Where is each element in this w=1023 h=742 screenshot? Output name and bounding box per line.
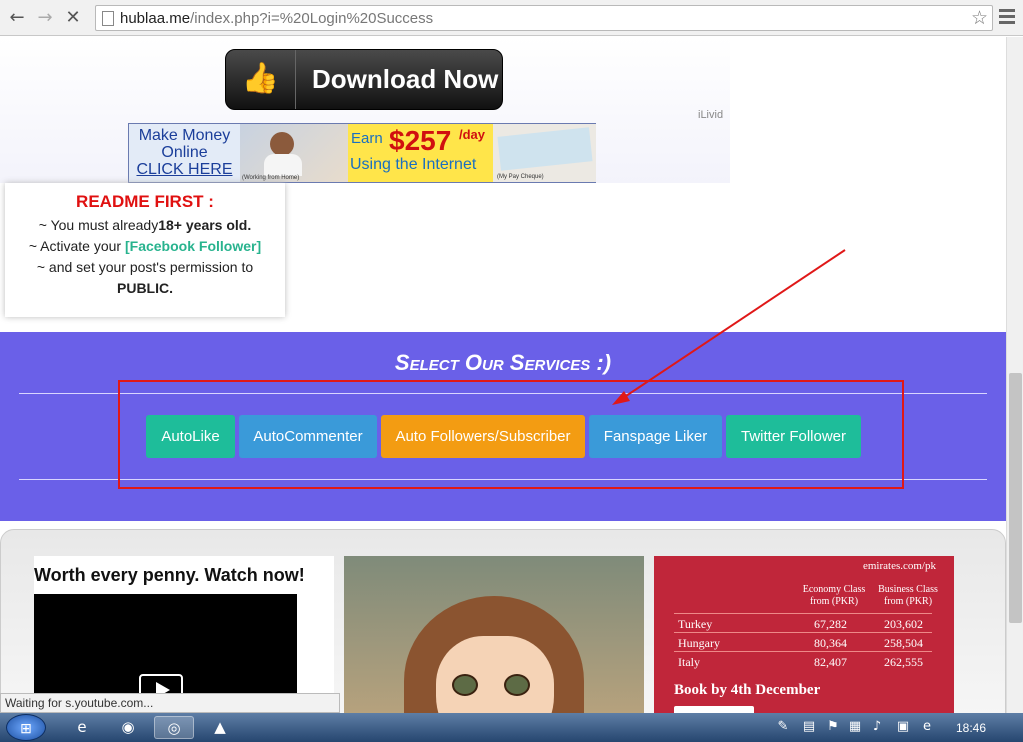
banner-make-money-text: Make Money [138,127,231,144]
stop-icon[interactable]: ✕ [62,7,84,29]
banner-cheque: (My Pay Cheque) [493,124,596,182]
status-bar: Waiting for s.youtube.com... [0,693,340,713]
vlc-icon[interactable]: ▲ [200,716,240,739]
banner-click-here[interactable]: CLICK HERE [129,161,240,178]
scroll-thumb[interactable] [1009,373,1022,623]
banner-cheque-caption: (My Pay Cheque) [497,174,544,180]
app-tray-icon[interactable]: ▣ [894,718,912,736]
woman-head-image [270,132,294,156]
banner-using-text: Using the Internet [350,156,477,173]
anime-face [436,636,554,716]
economy-column-header: Economy Class from (PKR) [802,584,866,607]
fare-row: Turkey 67,282 203,602 [674,613,932,632]
banner-earn: Earn $257 /day Using the Internet [348,124,493,182]
menu-icon[interactable] [999,9,1015,27]
video-card[interactable]: Worth every penny. Watch now! [34,556,334,716]
address-bar[interactable]: hublaa.me/index.php?i=%20Login%20Success… [95,5,993,31]
fare-row: Hungary 80,364 258,504 [674,632,932,651]
anime-image-card[interactable] [344,556,644,716]
url-text[interactable]: hublaa.me/index.php?i=%20Login%20Success [120,10,433,27]
ie-tray-icon[interactable]: e [918,718,936,736]
readme-title: README FIRST : [76,192,214,211]
download-now-button[interactable]: 👍 Download Now [225,49,503,110]
readme-line-age: ~ You must already18+ years old. [38,217,252,233]
download-now-label: Download Now [312,64,499,94]
banner-amount: $257 [389,125,452,156]
ad-area: 👍 Download Now iLivid Make Money Online … [0,37,730,183]
banner-earn-text: Earn [351,130,383,147]
facebook-follower-link[interactable]: [Facebook Follower] [125,238,261,254]
network-icon[interactable]: ▦ [846,718,864,736]
back-arrow-icon[interactable]: ← [6,7,28,29]
business-column-header: Business Class from (PKR) [878,584,938,607]
anime-eye-left [452,674,478,696]
banner-online-text: Online [161,144,208,161]
page-icon [102,11,114,26]
ilivid-label: iLivid [698,109,724,121]
readme-line-activate: ~ Activate your [Facebook Follower] [28,238,262,254]
banner-working-caption: (Working from Home) [242,175,300,181]
fare-row: Italy 82,407 262,555 [674,651,932,670]
start-button[interactable]: ⊞ [6,714,46,741]
emirates-site: emirates.com/pk [862,560,936,572]
chrome-icon[interactable]: ◎ [154,716,194,739]
book-by-text: Book by 4th December [674,682,821,698]
video-card-title: Worth every penny. Watch now! [34,565,305,585]
cheque-image [497,127,593,171]
ad-banner[interactable]: Make Money Online CLICK HERE (Working fr… [128,123,596,183]
woman-body-image [264,154,302,176]
emirates-ad-card[interactable]: emirates.com/pk Economy Class from (PKR)… [654,556,954,716]
banner-per-day: /day [459,127,486,142]
windows-taskbar: ⊞ e ◉ ◎ ▲ ✎ ▤ ⚑ ▦ ♪ ▣ e 18:46 [0,713,1023,742]
internet-explorer-icon[interactable]: e [62,716,102,739]
banner-photo-woman: (Working from Home) [240,124,348,182]
anime-eye-right [504,674,530,696]
document-icon[interactable]: ▤ [800,718,818,736]
readme-box: README FIRST : ~ You must already18+ yea… [5,183,285,317]
forward-arrow-icon[interactable]: → [34,7,56,29]
page-scrollbar[interactable] [1006,37,1023,713]
services-heading: Select Our Services :) [394,350,612,375]
firefox-icon[interactable]: ◉ [108,716,148,739]
banner-make-money[interactable]: Make Money Online CLICK HERE [129,124,240,182]
clock[interactable]: 18:46 [956,721,986,735]
browser-toolbar: ← → ✕ hublaa.me/index.php?i=%20Login%20S… [0,0,1023,36]
flag-icon[interactable]: ⚑ [824,718,842,736]
volume-icon[interactable]: ♪ [868,718,886,736]
highlight-box [118,380,904,489]
pen-icon[interactable]: ✎ [774,718,792,736]
thumbs-up-icon: 👍 [226,50,296,109]
readme-line-permission: ~ and set your post's permission to [36,259,254,275]
readme-line-public: PUBLIC. [117,280,173,296]
bookmark-star-icon[interactable]: ☆ [971,7,988,29]
